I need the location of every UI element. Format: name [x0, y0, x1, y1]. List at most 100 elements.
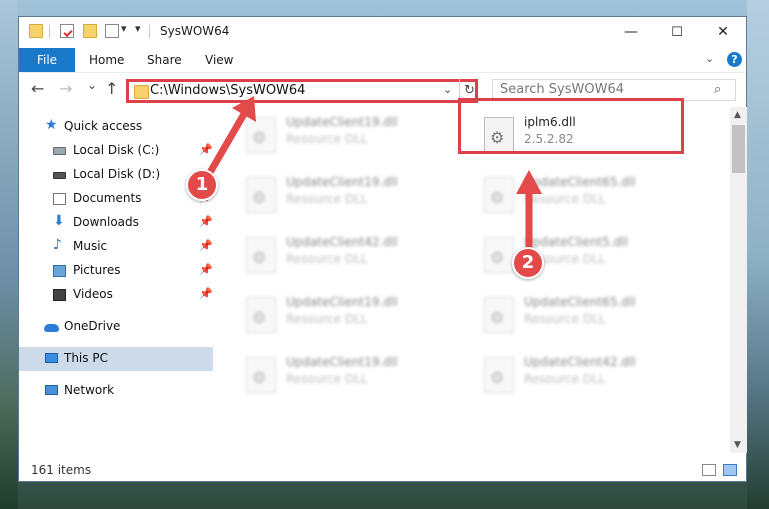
up-button[interactable]: ↑ [105, 79, 118, 98]
explorer-window: ▾ ▾ SysWOW64 — ☐ ✕ File Home Share View … [18, 16, 747, 482]
ribbon: File Home Share View ⌄ ? [19, 48, 746, 72]
file-item[interactable]: ⚙ UpdateClient19.dll Resource DLL [240, 291, 460, 339]
help-icon[interactable]: ? [727, 52, 742, 67]
desktop-background [0, 0, 18, 509]
file-item[interactable]: ⚙ UpdateClient42.dll Resource DLL [240, 231, 460, 279]
scrollbar-thumb[interactable] [732, 125, 745, 173]
vertical-scrollbar[interactable]: ▲ ▼ [730, 107, 747, 453]
properties-icon[interactable] [60, 24, 74, 38]
dll-file-icon: ⚙ [484, 357, 514, 393]
pin-icon[interactable]: 📌 [199, 263, 213, 276]
desktop-background [747, 0, 769, 509]
maximize-button[interactable]: ☐ [654, 17, 700, 48]
file-type: Resource DLL [286, 192, 368, 206]
sidebar-item-videos[interactable]: Videos 📌 [19, 283, 213, 307]
file-name: UpdateClient65.dll [524, 175, 636, 189]
pin-icon[interactable]: 📌 [199, 239, 213, 252]
documents-icon [53, 193, 66, 205]
file-name: UpdateClient5.dll [524, 235, 628, 249]
file-list: ⚙ UpdateClient19.dll Resource DLL ⚙ Upda… [214, 107, 730, 453]
back-button[interactable]: ← [31, 79, 44, 98]
tab-view[interactable]: View [205, 48, 233, 72]
pin-icon[interactable]: 📌 [199, 215, 213, 228]
tab-share[interactable]: Share [147, 48, 182, 72]
sidebar-item-local-disk-d[interactable]: Local Disk (D:) [19, 163, 213, 187]
sidebar-item-label: Music [73, 239, 108, 253]
file-type: Resource DLL [286, 372, 368, 386]
sidebar-item-label: Videos [73, 287, 113, 301]
tab-home[interactable]: Home [89, 48, 124, 72]
forward-button[interactable]: → [59, 79, 72, 98]
file-type: Resource DLL [524, 192, 606, 206]
pc-icon [45, 353, 58, 363]
sidebar-item-this-pc[interactable]: This PC [19, 347, 213, 371]
file-item[interactable]: ⚙ UpdateClient19.dll Resource DLL [240, 351, 460, 399]
sidebar-item-label: Local Disk (D:) [73, 167, 161, 181]
minimize-button[interactable]: — [608, 17, 654, 48]
file-type: Resource DLL [524, 372, 606, 386]
recent-locations-button[interactable]: ⌄ [87, 78, 97, 92]
star-icon: ★ [45, 117, 58, 133]
pin-icon[interactable]: 📌 [199, 287, 213, 300]
sidebar-item-label: Local Disk (C:) [73, 143, 160, 157]
file-name: UpdateClient19.dll [286, 175, 398, 189]
close-button[interactable]: ✕ [700, 17, 746, 48]
sidebar-item-label: Pictures [73, 263, 121, 277]
sidebar-item-pictures[interactable]: Pictures 📌 [19, 259, 213, 283]
divider [149, 25, 150, 38]
file-item[interactable]: ⚙ UpdateClient65.dll Resource DLL [478, 291, 698, 339]
file-item[interactable]: ⚙ UpdateClient5.dll Resource DLL [478, 231, 698, 279]
file-name: UpdateClient19.dll [286, 295, 398, 309]
file-type: Resource DLL [524, 312, 606, 326]
file-item[interactable]: ⚙ UpdateClient19.dll Resource DLL [240, 111, 460, 159]
dll-file-icon: ⚙ [246, 177, 276, 213]
file-item[interactable]: ⚙ UpdateClient65.dll Resource DLL [478, 171, 698, 219]
dll-file-icon: ⚙ [246, 117, 276, 153]
large-icons-view-icon[interactable] [723, 464, 737, 476]
sidebar-item-local-disk-c[interactable]: Local Disk (C:) 📌 [19, 139, 213, 163]
sidebar-item-label: Documents [73, 191, 142, 205]
sidebar-item-label: Downloads [73, 215, 139, 229]
sidebar-item-label: Quick access [64, 119, 143, 133]
sidebar-item-music[interactable]: ♪ Music 📌 [19, 235, 213, 259]
sidebar-item-quick-access[interactable]: ★ Quick access [19, 115, 213, 139]
scroll-down-icon[interactable]: ▼ [734, 440, 741, 450]
dll-file-icon: ⚙ [484, 237, 514, 273]
sidebar-item-network[interactable]: Network [19, 379, 213, 403]
dll-file-icon: ⚙ [484, 297, 514, 333]
file-type: Resource DLL [286, 252, 368, 266]
file-type: Resource DLL [286, 132, 368, 146]
view-list-icon[interactable] [105, 24, 119, 38]
sidebar-item-label: OneDrive [64, 319, 121, 333]
customize-toolbar-icon[interactable]: ▾ [135, 22, 141, 35]
scroll-up-icon[interactable]: ▲ [734, 110, 741, 120]
address-bar[interactable]: C:\Windows\SysWOW64 ⌄ ↻ [126, 79, 478, 103]
file-type: Resource DLL [286, 312, 368, 326]
downloads-icon: ⬇ [53, 213, 65, 229]
disk-icon [53, 147, 66, 155]
chevron-down-icon[interactable]: ⌄ [443, 83, 452, 96]
search-placeholder: Search SysWOW64 [500, 82, 624, 97]
new-folder-icon[interactable] [83, 24, 97, 38]
sidebar-item-downloads[interactable]: ⬇ Downloads 📌 [19, 211, 213, 235]
details-view-icon[interactable] [702, 464, 716, 476]
dll-file-icon: ⚙ [246, 297, 276, 333]
pictures-icon [53, 265, 66, 277]
sidebar-item-documents[interactable]: Documents 📌 [19, 187, 213, 211]
videos-icon [53, 289, 66, 301]
address-path[interactable]: C:\Windows\SysWOW64 [150, 83, 305, 98]
file-name: UpdateClient19.dll [286, 355, 398, 369]
tab-file[interactable]: File [19, 48, 75, 72]
navigation-pane: ★ Quick access Local Disk (C:) 📌 Local D… [19, 107, 214, 453]
divider [49, 25, 50, 38]
file-item[interactable]: ⚙ UpdateClient19.dll Resource DLL [240, 171, 460, 219]
search-icon[interactable]: ⌕ [714, 82, 721, 97]
sidebar-item-label: This PC [64, 351, 108, 365]
quick-access-dropdown-icon[interactable]: ▾ [121, 22, 127, 35]
expand-ribbon-icon[interactable]: ⌄ [705, 52, 714, 65]
file-item[interactable]: ⚙ UpdateClient42.dll Resource DLL [478, 351, 698, 399]
pin-icon[interactable]: 📌 [199, 143, 213, 156]
step-2-badge: 2 [512, 247, 544, 279]
dll-file-icon: ⚙ [246, 237, 276, 273]
sidebar-item-onedrive[interactable]: OneDrive [19, 315, 213, 339]
